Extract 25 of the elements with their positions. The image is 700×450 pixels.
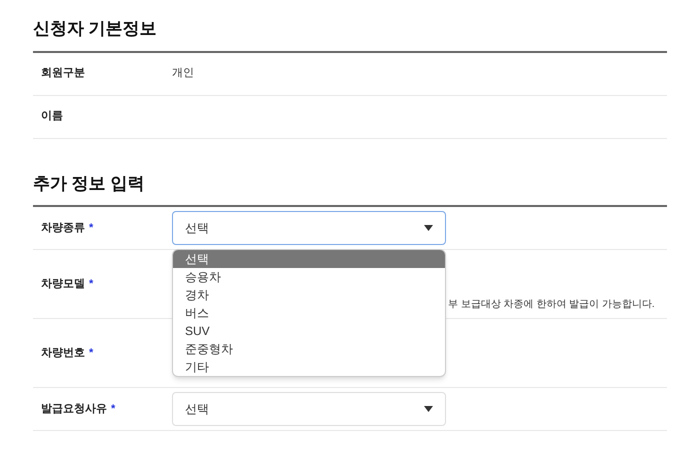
dropdown-option[interactable]: SUV <box>173 322 445 340</box>
field-label: 차량모델 <box>41 276 85 292</box>
required-mark: * <box>111 402 116 417</box>
required-mark: * <box>89 346 94 361</box>
field-label: 회원구분 <box>41 66 85 82</box>
dropdown-option[interactable]: 버스 <box>173 304 445 322</box>
select-field[interactable]: 선택 <box>172 211 446 245</box>
field-value: 개인 <box>172 66 194 82</box>
field-label: 이름 <box>41 109 63 124</box>
caret-icon <box>424 406 433 412</box>
dropdown-option[interactable]: 승용차 <box>173 268 445 286</box>
dropdown-option[interactable]: 선택 <box>173 250 445 268</box>
required-mark: * <box>89 276 94 292</box>
select-field[interactable]: 선택 <box>172 392 446 426</box>
field-label: 차량종류 <box>41 220 85 236</box>
section-title: 신청자 기본정보 <box>33 16 667 52</box>
dropdown-option[interactable]: 준중형차 <box>173 340 445 358</box>
caret-icon <box>424 225 433 231</box>
field-label: 발급요청사유 <box>41 402 107 417</box>
field-label: 차량번호 <box>41 346 85 361</box>
section-title: 추가 정보 입력 <box>33 170 667 207</box>
dropdown-option[interactable]: 기타 <box>173 358 445 376</box>
help-text: 부 보급대상 차종에 한하여 발급이 가능합니다. <box>448 298 655 312</box>
dropdown-option[interactable]: 경차 <box>173 286 445 304</box>
required-mark: * <box>89 220 94 236</box>
